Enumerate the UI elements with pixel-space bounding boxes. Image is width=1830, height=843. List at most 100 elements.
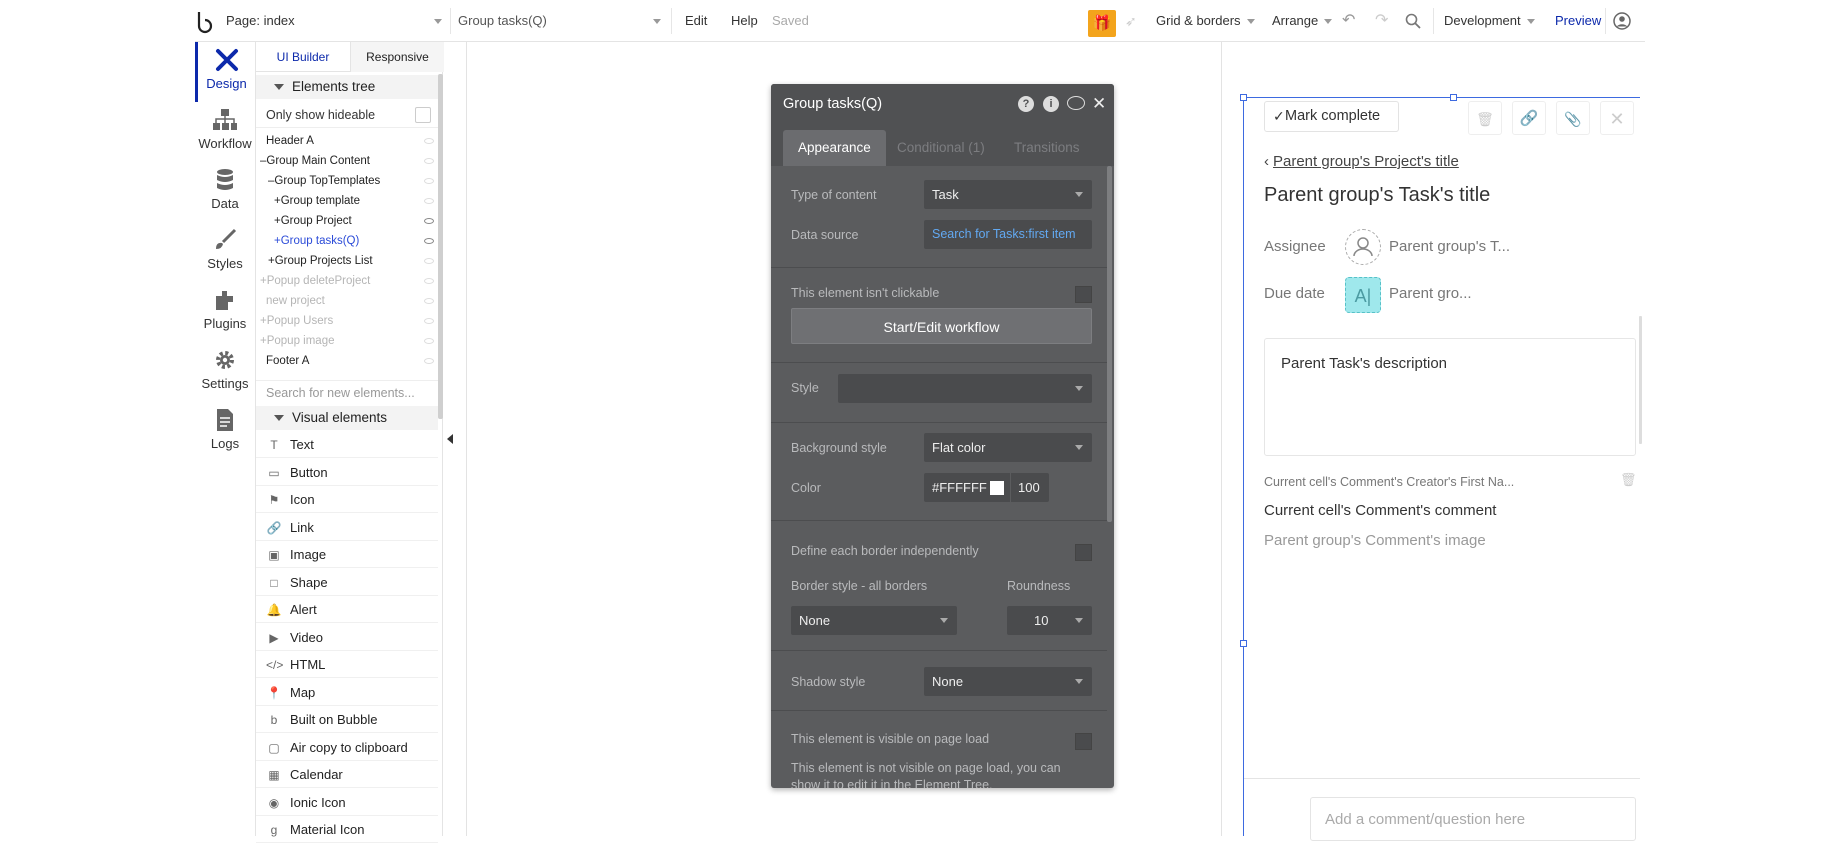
attachment-icon[interactable]: 📎 (1556, 101, 1590, 135)
visual-element-item[interactable]: 📍 Map (256, 679, 438, 706)
roundness-input[interactable]: 10 (1007, 606, 1092, 635)
color-opacity[interactable]: 100 (1018, 473, 1040, 502)
account-icon[interactable] (1613, 0, 1631, 42)
visual-element-item[interactable]: 🔔 Alert (256, 596, 438, 623)
resize-handle[interactable] (1240, 640, 1247, 647)
rail-plugins[interactable]: Plugins (195, 282, 255, 342)
resize-handle[interactable] (1450, 94, 1457, 101)
collapse-panel-icon[interactable] (447, 434, 453, 444)
tree-item[interactable]: Header A (256, 131, 438, 151)
comment-input[interactable]: Add a comment/question here (1310, 797, 1636, 841)
type-of-content-select[interactable]: Task (924, 180, 1092, 209)
tree-item[interactable]: +Popup deleteProject (256, 271, 438, 291)
border-independent-checkbox[interactable] (1075, 544, 1092, 561)
tree-item-toggle[interactable]: + (260, 275, 267, 287)
eye-icon[interactable] (424, 158, 434, 164)
trash-icon[interactable]: 🗑 (1468, 101, 1502, 135)
eye-icon[interactable] (424, 138, 434, 144)
only-hideable-checkbox[interactable] (415, 107, 431, 123)
tab-ui-builder[interactable]: UI Builder (256, 42, 350, 72)
panel-scrollbar[interactable] (438, 74, 443, 419)
tree-item[interactable]: +Popup Users (256, 311, 438, 331)
panel-scrollbar[interactable] (1639, 316, 1642, 444)
visual-element-item[interactable]: ▭ Button (256, 459, 438, 486)
rail-styles[interactable]: Styles (195, 222, 255, 282)
visual-element-item[interactable]: b Built on Bubble (256, 706, 438, 733)
tab-responsive[interactable]: Responsive (350, 42, 444, 72)
eye-icon[interactable] (424, 278, 434, 284)
visible-on-load-checkbox[interactable] (1075, 733, 1092, 750)
menu-help[interactable]: Help (731, 0, 758, 42)
undo-icon[interactable]: ↶ (1342, 0, 1355, 42)
pointer-icon[interactable]: ➶ (1125, 0, 1137, 42)
visual-element-item[interactable]: ▶ Video (256, 624, 438, 651)
tree-item-toggle[interactable]: + (268, 255, 275, 267)
visual-element-item[interactable]: ▢ Air copy to clipboard (256, 734, 438, 761)
visual-element-item[interactable]: g Material Icon (256, 816, 438, 843)
tree-item-toggle[interactable]: + (274, 195, 281, 207)
data-source-field[interactable]: Search for Tasks:first item (924, 220, 1092, 249)
rail-settings[interactable]: Settings (195, 342, 255, 402)
grid-borders-menu[interactable]: Grid & borders (1156, 0, 1255, 42)
eye-icon[interactable] (424, 258, 434, 264)
close-icon[interactable]: ✕ (1092, 84, 1106, 124)
tree-item[interactable]: +Group Projects List (256, 251, 438, 271)
eye-icon[interactable] (424, 298, 434, 304)
rail-data[interactable]: Data (195, 162, 255, 222)
selected-element-frame[interactable] (1243, 97, 1640, 836)
editor-header[interactable]: Group tasks(Q) ? i ✕ (771, 84, 1114, 124)
eye-icon[interactable] (424, 238, 434, 244)
tree-item[interactable]: –Group TopTemplates (256, 171, 438, 191)
eye-icon[interactable] (424, 318, 434, 324)
rail-logs[interactable]: Logs (195, 402, 255, 462)
tree-item-toggle[interactable]: + (260, 315, 267, 327)
task-description[interactable]: Parent Task's description (1264, 338, 1636, 456)
eye-icon[interactable] (424, 218, 434, 224)
tree-item[interactable]: new project (256, 291, 438, 311)
property-editor[interactable]: Group tasks(Q) ? i ✕ Appearance Conditio… (771, 84, 1114, 788)
menu-edit[interactable]: Edit (685, 0, 707, 42)
rail-workflow[interactable]: Workflow (195, 102, 255, 162)
tab-transitions[interactable]: Transitions (999, 130, 1095, 166)
rail-design[interactable]: Design (195, 42, 255, 102)
eye-icon[interactable] (424, 358, 434, 364)
tree-item[interactable]: +Popup image (256, 331, 438, 351)
editor-scrollbar[interactable] (1107, 166, 1112, 522)
tree-item-toggle[interactable]: + (260, 335, 267, 347)
shadow-style-select[interactable]: None (924, 667, 1092, 696)
preview-link[interactable]: Preview (1555, 0, 1601, 42)
tree-item[interactable]: +Group tasks(Q) (256, 231, 438, 251)
gift-icon[interactable]: 🎁 (1088, 10, 1116, 37)
style-select[interactable] (838, 374, 1092, 403)
visual-elements-header[interactable]: Visual elements (256, 406, 438, 430)
start-edit-workflow-button[interactable]: Start/Edit workflow (791, 308, 1092, 344)
resize-handle[interactable] (1240, 94, 1247, 101)
visual-element-item[interactable]: ⚑ Icon (256, 486, 438, 513)
help-icon[interactable]: ? (1018, 96, 1034, 112)
search-icon[interactable] (1405, 0, 1421, 42)
visual-element-item[interactable]: T Text (256, 431, 438, 458)
eye-icon[interactable] (424, 198, 434, 204)
eye-icon[interactable] (424, 178, 434, 184)
bubble-logo-icon[interactable] (195, 0, 217, 42)
mark-complete-button[interactable]: ✓ Mark complete (1264, 101, 1399, 132)
back-to-project-link[interactable]: ‹ Parent group's Project's title (1264, 153, 1459, 170)
visual-element-item[interactable]: </> HTML (256, 651, 438, 678)
link-icon[interactable]: 🔗 (1512, 101, 1546, 135)
close-icon[interactable]: ✕ (1600, 101, 1634, 135)
background-style-select[interactable]: Flat color (924, 433, 1092, 462)
element-search-input[interactable]: Search for new elements... (256, 380, 438, 404)
visual-element-item[interactable]: 🔗 Link (256, 514, 438, 541)
redo-icon[interactable]: ↷ (1375, 0, 1388, 42)
visual-element-item[interactable]: □ Shape (256, 569, 438, 596)
tree-item[interactable]: –Group Main Content (256, 151, 438, 171)
color-swatch[interactable] (990, 481, 1004, 495)
assignee-avatar[interactable] (1345, 229, 1381, 265)
trash-icon[interactable]: 🗑 (1620, 472, 1637, 488)
visual-element-item[interactable]: ▦ Calendar (256, 761, 438, 788)
tree-item[interactable]: Footer A (256, 351, 438, 371)
tree-item[interactable]: +Group Project (256, 211, 438, 231)
border-style-select[interactable]: None (791, 606, 957, 635)
tab-appearance[interactable]: Appearance (783, 130, 886, 166)
color-picker[interactable]: #FFFFFF 100 (924, 473, 1049, 502)
